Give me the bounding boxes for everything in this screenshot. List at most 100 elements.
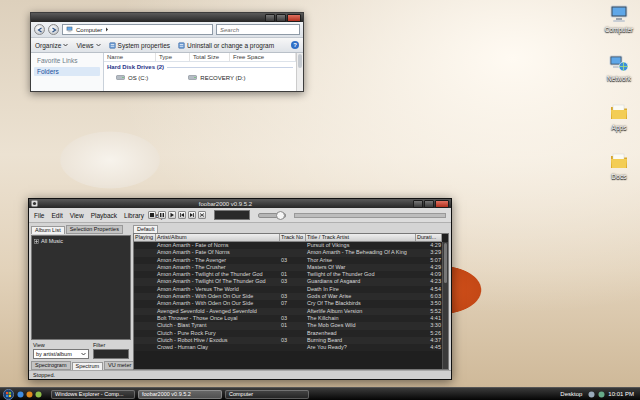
- menu-item[interactable]: Playback: [91, 212, 117, 219]
- stop-button[interactable]: [148, 211, 156, 219]
- visualization-tab[interactable]: VU meter: [104, 361, 135, 370]
- network-icon: [609, 53, 629, 73]
- close-button[interactable]: [287, 14, 301, 22]
- player-window[interactable]: foobar2000 v0.9.5.2 File Edit View Playback L…: [28, 198, 452, 380]
- column-heading[interactable]: Title / Track Artist: [306, 234, 416, 241]
- panel-tab[interactable]: Selection Properties: [66, 225, 123, 234]
- taskbar-button[interactable]: Computer: [225, 390, 309, 399]
- scrollbar[interactable]: [442, 242, 448, 369]
- prev-button[interactable]: [178, 211, 186, 219]
- column-heading[interactable]: Track No: [280, 234, 306, 241]
- pause-icon: [159, 212, 165, 218]
- stop-icon: [149, 212, 155, 218]
- volume-knob[interactable]: [276, 211, 285, 220]
- playlist-row[interactable]: Amon Amarth - The CrusherMasters Of War4…: [134, 264, 442, 271]
- column-heading[interactable]: Durati...: [416, 234, 442, 241]
- panel-tab[interactable]: Album List: [31, 226, 65, 234]
- title-bar[interactable]: [31, 13, 303, 22]
- minimize-button[interactable]: [265, 14, 275, 22]
- random-button[interactable]: [198, 211, 206, 219]
- drive-icon: [116, 74, 125, 81]
- playlist-row[interactable]: Amon Amarth - Fate of NornsPursuit of Vi…: [134, 242, 442, 249]
- next-icon: [189, 212, 195, 218]
- title-bar[interactable]: foobar2000 v0.9.5.2: [29, 199, 451, 208]
- playlist-row[interactable]: Avenged Sevenfold - Avenged SevenfoldAft…: [134, 308, 442, 315]
- toolbar-button[interactable]: System properties: [109, 42, 170, 49]
- playlist-row[interactable]: Amon Amarth - Twilight of the Thunder Go…: [134, 271, 442, 278]
- playlist-row[interactable]: Clutch - Pure Rock FuryBrazenhead5:26: [134, 330, 442, 337]
- address-text: Computer: [76, 27, 102, 33]
- taskbar-button[interactable]: Windows Explorer - Comp...: [51, 390, 135, 399]
- column-heading[interactable]: Name: [104, 53, 156, 61]
- menu-item[interactable]: Library: [124, 212, 144, 219]
- address-bar[interactable]: Computer: [62, 24, 213, 35]
- playlist-row[interactable]: Amon Amarth - The Avenger03Thor Arise5:0…: [134, 257, 442, 264]
- close-button[interactable]: [435, 200, 449, 208]
- desktop-toolbar[interactable]: Desktop: [560, 391, 582, 397]
- menu-item[interactable]: Edit: [51, 212, 62, 219]
- column-heading[interactable]: Total Size: [190, 53, 230, 61]
- next-button[interactable]: [188, 211, 196, 219]
- seek-bar[interactable]: [294, 213, 446, 218]
- order-dropdown[interactable]: [214, 210, 250, 220]
- playlist-row[interactable]: Crowd - Human ClayAre You Ready?4:45: [134, 344, 442, 351]
- scrollbar[interactable]: [296, 53, 303, 91]
- drive-item[interactable]: OS (C:): [116, 74, 148, 81]
- clock[interactable]: 10:01 PM: [608, 391, 634, 397]
- expand-icon[interactable]: [34, 239, 39, 244]
- volume-slider[interactable]: [258, 213, 286, 218]
- album-tree[interactable]: All Music: [31, 235, 131, 340]
- nav-item[interactable]: Favorite Links: [34, 56, 100, 65]
- drive-item[interactable]: RECOVERY (D:): [188, 74, 245, 81]
- folder-icon: [609, 102, 629, 122]
- playlist-row[interactable]: Amon Amarth - Versus The WorldDeath In F…: [134, 286, 442, 293]
- maximize-button[interactable]: [276, 14, 286, 22]
- column-heading[interactable]: Artist/Album: [156, 234, 280, 241]
- playlist-row[interactable]: Amon Amarth - Twilight Of The Thunder Go…: [134, 278, 442, 285]
- help-button[interactable]: ?: [291, 41, 299, 49]
- playlist-row[interactable]: Amon Amarth - With Oden On Our Side03God…: [134, 293, 442, 300]
- back-button[interactable]: [34, 24, 45, 35]
- media-icon[interactable]: [26, 391, 33, 398]
- explorer-window[interactable]: Computer Search Organize Views System proper…: [30, 12, 304, 92]
- desktop-icon[interactable]: Docs: [602, 151, 636, 180]
- pause-button[interactable]: [158, 211, 166, 219]
- column-heading[interactable]: Free Space: [230, 53, 296, 61]
- desktop-icon[interactable]: Computer: [602, 4, 636, 33]
- group-header[interactable]: Hard Disk Drives (2): [104, 62, 296, 72]
- column-heading[interactable]: Type: [156, 53, 190, 61]
- network-status-icon[interactable]: [598, 391, 605, 398]
- volume-icon[interactable]: [588, 391, 595, 398]
- nav-item[interactable]: Folders: [34, 67, 100, 76]
- desktop-icon[interactable]: Network: [602, 53, 636, 82]
- start-button[interactable]: [3, 389, 14, 400]
- view-dropdown[interactable]: by artist/album: [33, 349, 89, 359]
- maximize-button[interactable]: [424, 200, 434, 208]
- browser-icon[interactable]: [17, 391, 24, 398]
- toolbar-button[interactable]: Uninstall or change a program: [178, 42, 274, 49]
- filter-field[interactable]: [93, 349, 129, 359]
- playlist-row[interactable]: Amon Amarth - With Oden On Our Side07Cry…: [134, 300, 442, 307]
- menu-item[interactable]: File: [34, 212, 44, 219]
- playlist-tab[interactable]: Default: [133, 225, 158, 233]
- playlist-row[interactable]: Clutch - Blast Tyrant01The Mob Goes Wild…: [134, 322, 442, 329]
- play-button[interactable]: [168, 211, 176, 219]
- column-heading[interactable]: Playing: [134, 234, 156, 241]
- minimize-button[interactable]: [413, 200, 423, 208]
- menu-item[interactable]: View: [70, 212, 84, 219]
- search-field[interactable]: Search: [216, 24, 300, 35]
- taskbar-button[interactable]: foobar2000 v0.9.5.2: [138, 390, 222, 399]
- toolbar-button[interactable]: Organize: [35, 42, 68, 49]
- filter-label: Filter: [93, 342, 129, 348]
- visualization-tab[interactable]: Spectrogram: [31, 361, 71, 370]
- forward-button[interactable]: [48, 24, 59, 35]
- tree-item[interactable]: All Music: [34, 238, 128, 244]
- visualization-tab[interactable]: Spectrum: [72, 362, 104, 370]
- desktop-icon[interactable]: Apps: [602, 102, 636, 131]
- playlist-row[interactable]: Amon Amarth - Fate Of NornsAmon Amarth -…: [134, 249, 442, 256]
- playlist-row[interactable]: Clutch - Robot Hive / Exodus03Burning Be…: [134, 337, 442, 344]
- show-desktop-icon[interactable]: [35, 391, 42, 398]
- playback-toolbar: [148, 210, 446, 220]
- toolbar-button[interactable]: Views: [76, 42, 100, 49]
- playlist-row[interactable]: Bolt Thrower - Those Once Loyal03The Kil…: [134, 315, 442, 322]
